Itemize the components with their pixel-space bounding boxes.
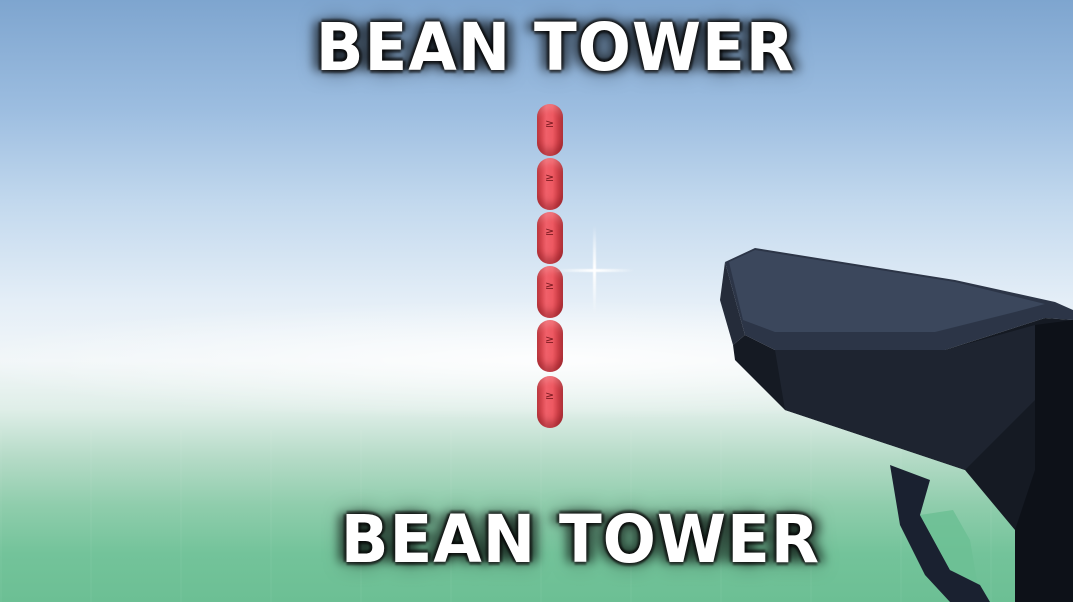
title-text-bottom: BEAN TOWER (340, 501, 821, 578)
crosshair-vertical (593, 225, 596, 315)
bean-mark: ≥ (545, 389, 555, 402)
crosshair-icon (555, 225, 635, 315)
bean-mark: ≥ (545, 171, 555, 184)
bean-mark: ≥ (545, 117, 555, 130)
bean: ≥ (537, 376, 563, 428)
bean: ≥ (537, 320, 563, 372)
bean: ≥ (537, 104, 563, 156)
bean-mark: ≥ (545, 333, 555, 346)
bean-mark: ≥ (545, 225, 555, 238)
bean: ≥ (537, 158, 563, 210)
title-text-top: BEAN TOWER (315, 9, 796, 86)
bean-mark: ≥ (545, 279, 555, 292)
game-viewport[interactable]: BEAN TOWER ≥ ≥ ≥ ≥ ≥ ≥ BEAN TOWER (0, 0, 1073, 602)
